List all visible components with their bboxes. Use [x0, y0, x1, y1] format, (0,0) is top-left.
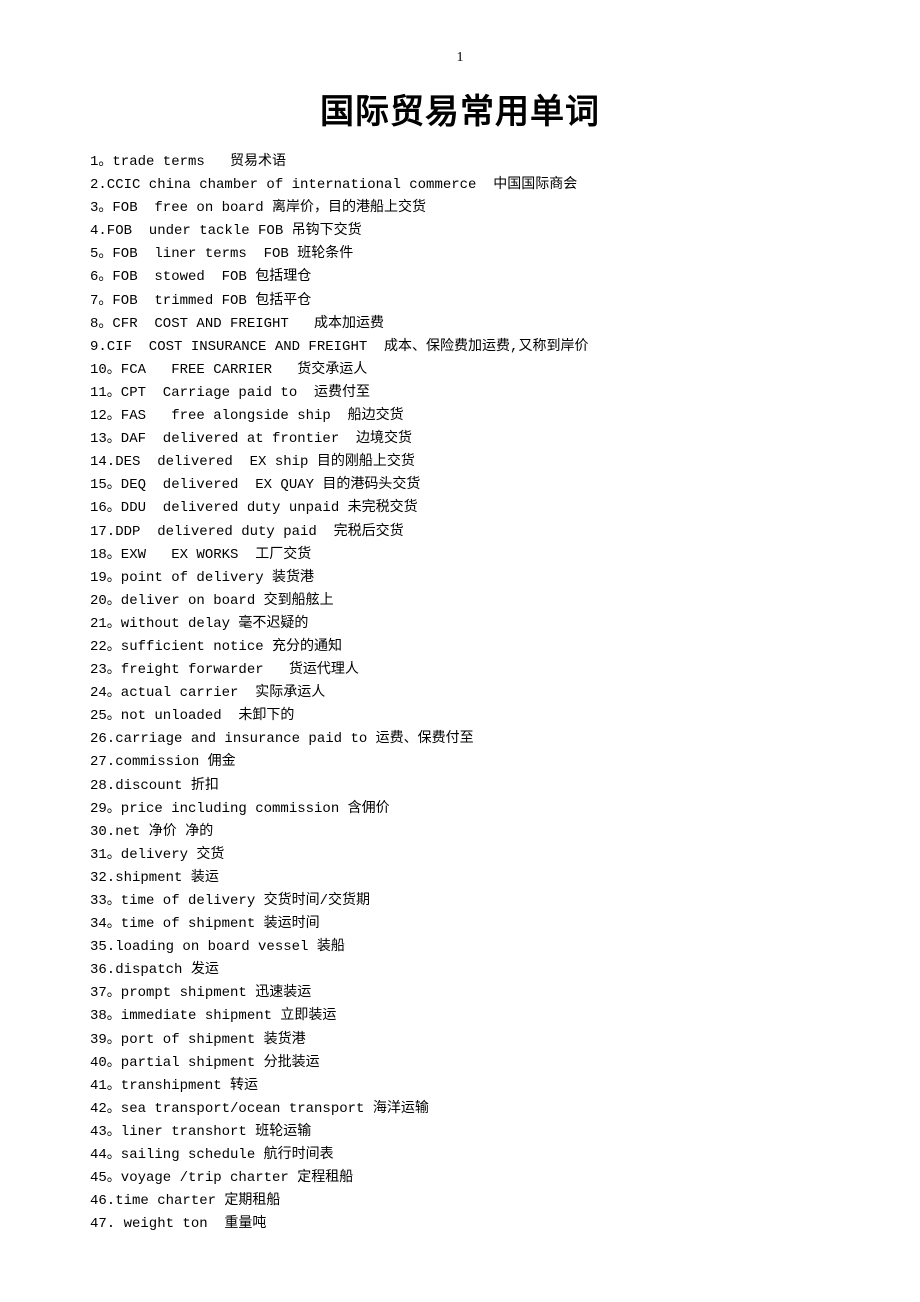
vocabulary-entry: 34。time of shipment 装运时间 — [90, 913, 830, 936]
vocabulary-entry: 36.dispatch 发运 — [90, 959, 830, 982]
vocabulary-entry: 47. weight ton 重量吨 — [90, 1213, 830, 1236]
vocabulary-entry: 24。actual carrier 实际承运人 — [90, 682, 830, 705]
vocabulary-entry: 21。without delay 毫不迟疑的 — [90, 613, 830, 636]
vocabulary-entry: 17.DDP delivered duty paid 完税后交货 — [90, 521, 830, 544]
vocabulary-entry: 43。liner transhort 班轮运输 — [90, 1121, 830, 1144]
vocabulary-list: 1。trade terms 贸易术语2.CCIC china chamber o… — [90, 151, 830, 1236]
vocabulary-entry: 25。not unloaded 未卸下的 — [90, 705, 830, 728]
document-title: 国际贸易常用单词 — [90, 84, 830, 133]
vocabulary-entry: 23。freight forwarder 货运代理人 — [90, 659, 830, 682]
vocabulary-entry: 28.discount 折扣 — [90, 775, 830, 798]
vocabulary-entry: 31。delivery 交货 — [90, 844, 830, 867]
vocabulary-entry: 2.CCIC china chamber of international co… — [90, 174, 830, 197]
vocabulary-entry: 32.shipment 装运 — [90, 867, 830, 890]
vocabulary-entry: 16。DDU delivered duty unpaid 未完税交货 — [90, 497, 830, 520]
vocabulary-entry: 3。FOB free on board 离岸价，目的港船上交货 — [90, 197, 830, 220]
vocabulary-entry: 45。voyage /trip charter 定程租船 — [90, 1167, 830, 1190]
vocabulary-entry: 1。trade terms 贸易术语 — [90, 151, 830, 174]
vocabulary-entry: 37。prompt shipment 迅速装运 — [90, 982, 830, 1005]
vocabulary-entry: 35.loading on board vessel 装船 — [90, 936, 830, 959]
vocabulary-entry: 19。point of delivery 装货港 — [90, 567, 830, 590]
vocabulary-entry: 15。DEQ delivered EX QUAY 目的港码头交货 — [90, 474, 830, 497]
vocabulary-entry: 8。CFR COST AND FREIGHT 成本加运费 — [90, 313, 830, 336]
vocabulary-entry: 27.commission 佣金 — [90, 751, 830, 774]
vocabulary-entry: 22。sufficient notice 充分的通知 — [90, 636, 830, 659]
vocabulary-entry: 6。FOB stowed FOB 包括理仓 — [90, 266, 830, 289]
page-number: 1 — [90, 50, 830, 66]
vocabulary-entry: 42。sea transport/ocean transport 海洋运输 — [90, 1098, 830, 1121]
vocabulary-entry: 30.net 净价 净的 — [90, 821, 830, 844]
vocabulary-entry: 38。immediate shipment 立即装运 — [90, 1005, 830, 1028]
vocabulary-entry: 18。EXW EX WORKS 工厂交货 — [90, 544, 830, 567]
vocabulary-entry: 13。DAF delivered at frontier 边境交货 — [90, 428, 830, 451]
vocabulary-entry: 29。price including commission 含佣价 — [90, 798, 830, 821]
vocabulary-entry: 33。time of delivery 交货时间/交货期 — [90, 890, 830, 913]
vocabulary-entry: 20。deliver on board 交到船舷上 — [90, 590, 830, 613]
document-page: 1 国际贸易常用单词 1。trade terms 贸易术语2.CCIC chin… — [0, 0, 920, 1286]
vocabulary-entry: 41。transhipment 转运 — [90, 1075, 830, 1098]
vocabulary-entry: 9.CIF COST INSURANCE AND FREIGHT 成本、保险费加… — [90, 336, 830, 359]
vocabulary-entry: 44。sailing schedule 航行时间表 — [90, 1144, 830, 1167]
vocabulary-entry: 10。FCA FREE CARRIER 货交承运人 — [90, 359, 830, 382]
vocabulary-entry: 39。port of shipment 装货港 — [90, 1029, 830, 1052]
vocabulary-entry: 12。FAS free alongside ship 船边交货 — [90, 405, 830, 428]
vocabulary-entry: 7。FOB trimmed FOB 包括平仓 — [90, 290, 830, 313]
vocabulary-entry: 5。FOB liner terms FOB 班轮条件 — [90, 243, 830, 266]
vocabulary-entry: 46.time charter 定期租船 — [90, 1190, 830, 1213]
vocabulary-entry: 11。CPT Carriage paid to 运费付至 — [90, 382, 830, 405]
vocabulary-entry: 26.carriage and insurance paid to 运费、保费付… — [90, 728, 830, 751]
vocabulary-entry: 14.DES delivered EX ship 目的刚船上交货 — [90, 451, 830, 474]
vocabulary-entry: 40。partial shipment 分批装运 — [90, 1052, 830, 1075]
vocabulary-entry: 4.FOB under tackle FOB 吊钩下交货 — [90, 220, 830, 243]
